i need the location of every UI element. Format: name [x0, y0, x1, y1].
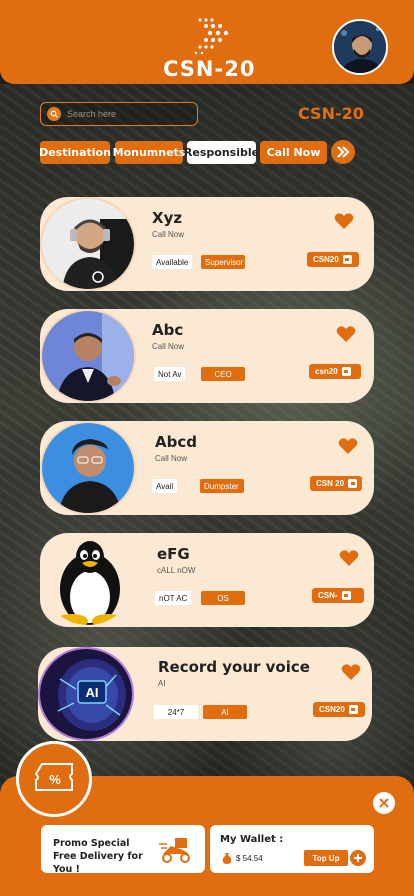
tab-responsible[interactable]: Responsible — [184, 141, 259, 164]
logo-text: CSN-20 — [163, 57, 256, 81]
tag-label: CSN20 — [313, 255, 339, 264]
lock-icon — [342, 255, 352, 264]
tag-label: CSN 20 — [316, 479, 345, 488]
tag-label: CSN- — [318, 591, 338, 600]
contact-card[interactable]: Abc Call Now Not Av CEO csn20 — [40, 309, 374, 403]
promo-text: Promo Special Free Delivery for You ! — [53, 838, 143, 875]
contact-card[interactable]: Xyz Call Now Available Supervisor CSN20 — [40, 197, 374, 291]
money-bag-icon — [222, 853, 232, 864]
tag-label: CSN20 — [319, 705, 345, 714]
brand-label: CSN-20 — [298, 104, 364, 123]
contact-card[interactable]: eFG cALL nOW nOT AC OS CSN- — [40, 533, 374, 627]
wallet-balance-value: $ 54.54 — [236, 853, 263, 863]
role-badge: AI — [203, 705, 247, 719]
wallet-balance: $ 54.54 — [222, 852, 263, 864]
call-now-label: cALL nOW — [157, 566, 196, 575]
tag-badge[interactable]: CSN20 — [307, 252, 359, 267]
add-funds-button[interactable] — [350, 850, 366, 866]
status-badge: 24*7 — [154, 705, 198, 719]
heart-icon[interactable] — [336, 325, 356, 343]
status-badge: nOT AC — [155, 591, 192, 605]
profile-avatar[interactable] — [332, 19, 388, 75]
search-bar[interactable] — [40, 102, 198, 126]
contact-card[interactable]: Abcd Call Now Avail Dumpster CSN 20 — [40, 421, 374, 515]
tab-destination[interactable]: Destination — [39, 141, 111, 164]
status-badge: Avail — [152, 479, 178, 493]
call-now-label: Call Now — [152, 342, 185, 351]
tag-badge[interactable]: CSN- — [312, 588, 364, 603]
contact-photo — [40, 533, 136, 627]
app-header: CSN-20 — [0, 0, 414, 84]
discount-ticket-icon: % — [34, 763, 73, 791]
contact-name: Abcd — [155, 433, 197, 451]
close-button[interactable] — [373, 792, 395, 814]
contact-card[interactable]: AI Record your voice AI 24*7 AI CSN20 — [38, 647, 372, 741]
tab-call-now[interactable]: Call Now — [260, 141, 327, 164]
ai-brain-icon: AI — [40, 649, 132, 739]
wallet-title: My Wallet : — [220, 834, 284, 845]
contact-photo: AI — [38, 647, 134, 741]
role-badge: Supervisor — [201, 255, 245, 269]
top-up-button[interactable]: Top Up — [304, 850, 348, 866]
status-badge: Not Av — [154, 367, 186, 381]
next-tabs-button[interactable] — [331, 140, 355, 164]
status-badge: Available — [152, 255, 193, 269]
tag-label: csn20 — [315, 367, 338, 376]
role-badge: Dumpster — [200, 479, 244, 493]
tag-badge[interactable]: CSN 20 — [310, 476, 362, 491]
delivery-scooter-icon — [159, 838, 190, 863]
double-chevron-right-icon — [337, 146, 350, 158]
call-now-label: Call Now — [152, 230, 185, 239]
role-badge: CEO — [201, 367, 245, 381]
tab-monuments[interactable]: Monumnets — [113, 141, 185, 164]
linux-penguin-icon — [42, 535, 134, 625]
call-now-label: AI — [158, 679, 166, 688]
contact-name: Record your voice — [158, 658, 310, 676]
role-badge: OS — [201, 591, 245, 605]
lock-icon — [341, 591, 351, 600]
contact-name: eFG — [157, 545, 190, 563]
avatar-photo — [334, 21, 386, 73]
wallet-card: My Wallet : $ 54.54 Top Up — [210, 825, 374, 873]
tag-badge[interactable]: csn20 — [309, 364, 361, 379]
lock-icon — [341, 367, 351, 376]
search-input[interactable] — [67, 109, 187, 119]
contact-photo — [40, 197, 136, 291]
svg-text:%: % — [49, 772, 61, 787]
svg-text:AI: AI — [86, 685, 99, 700]
coupon-button[interactable]: % — [16, 741, 92, 817]
promo-card[interactable]: Promo Special Free Delivery for You ! — [41, 825, 205, 875]
plus-icon — [354, 854, 362, 862]
contact-name: Xyz — [152, 209, 183, 227]
search-icon — [47, 107, 61, 121]
heart-icon[interactable] — [334, 212, 354, 230]
call-now-label: Call Now — [155, 454, 188, 463]
contact-photo — [40, 421, 136, 515]
lock-icon — [348, 479, 358, 488]
heart-icon[interactable] — [338, 437, 358, 455]
close-icon — [379, 798, 389, 808]
contact-photo — [40, 309, 136, 403]
heart-icon[interactable] — [339, 549, 359, 567]
logo-icon — [194, 18, 229, 55]
contact-name: Abc — [152, 321, 184, 339]
heart-icon[interactable] — [341, 663, 361, 681]
tag-badge[interactable]: CSN20 — [313, 702, 365, 717]
lock-icon — [348, 705, 358, 714]
